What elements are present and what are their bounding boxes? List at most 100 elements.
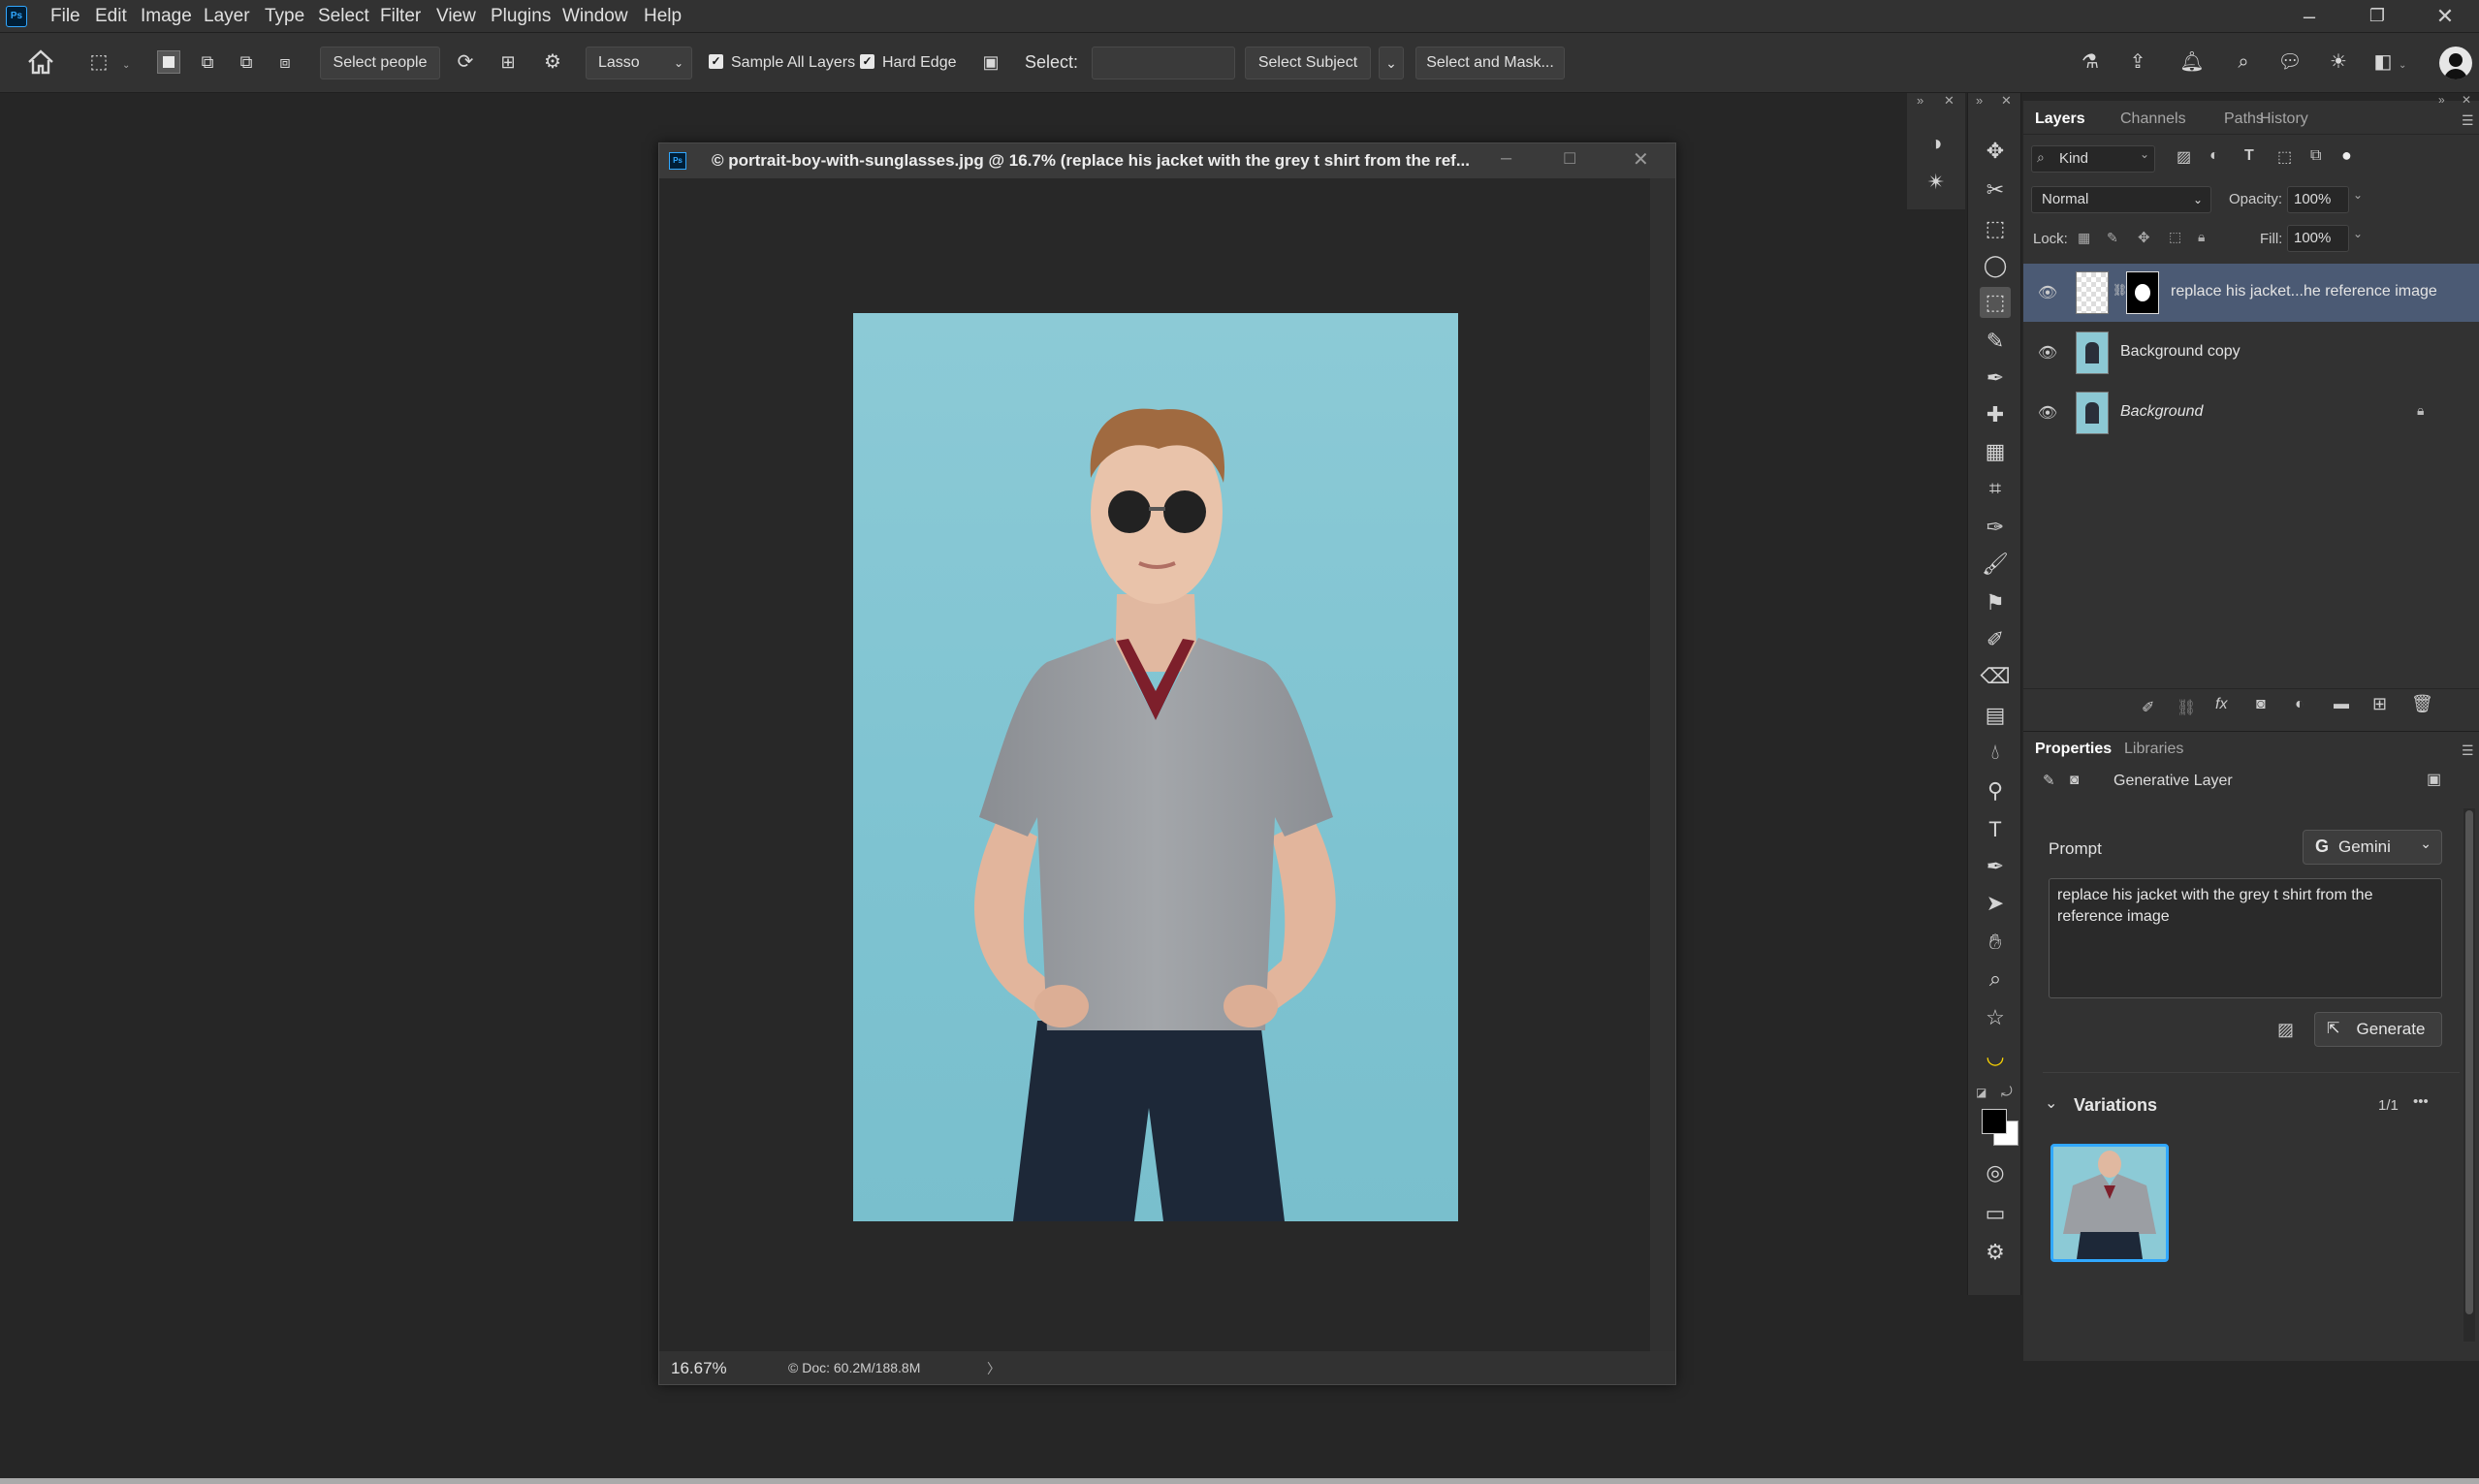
layer-name[interactable]: Background [2120,403,2203,421]
layer-name[interactable]: replace his jacket...he reference image [2171,283,2437,300]
prompt-textarea[interactable]: replace his jacket with the grey t shirt… [2049,878,2442,998]
lock-position-icon[interactable]: ✥ [2138,229,2150,246]
doc-close-button[interactable]: ✕ [1633,147,1649,172]
object-selection-tool-icon[interactable]: ⬚ [1980,287,2011,318]
tab-history[interactable]: History [2260,111,2308,128]
lasso-tool-icon[interactable]: ◯ [1980,250,2011,281]
object-finder-icon[interactable]: ⊞ [494,48,522,76]
vertical-scrollbar[interactable] [1650,178,1675,1351]
add-mask-icon[interactable]: ◙ [2256,696,2266,713]
mask-link-icon[interactable]: ⛓ [2113,283,2127,297]
intersect-selection-icon[interactable]: ⧈ [271,48,299,76]
adjustments-icon[interactable]: ◑ [1921,128,1952,159]
add-to-selection-icon[interactable]: ⧉ [194,48,221,76]
blend-mode-dropdown[interactable]: Normal ⌄ [2031,186,2211,213]
lasso-mode-dropdown[interactable]: Lasso ⌄ [586,47,692,79]
sample-all-layers-checkbox[interactable]: ✓ [709,54,723,69]
history-brush-tool-icon[interactable]: ✐ [1980,624,2011,655]
discover-chat-icon[interactable]: 💬︎ [2276,48,2304,76]
layer-row-background-copy[interactable]: 👁︎ Background copy [2023,324,2479,382]
restore-button[interactable]: ❐ [2358,6,2397,26]
search-icon[interactable]: ⌕ [2230,48,2257,76]
menu-image[interactable]: Image [141,6,192,27]
menu-view[interactable]: View [436,6,476,27]
generate-button[interactable]: ⇱ Generate [2314,1012,2442,1047]
workspace-layout-icon[interactable]: ◧ [2369,48,2397,76]
select-subject-button[interactable]: Select Subject [1245,47,1371,79]
link-layers-icon[interactable]: ⛓ [2177,698,2196,717]
crop-tool-icon[interactable]: ⌗ [1980,473,2011,504]
fx-icon[interactable]: fx [2215,696,2227,713]
select-input[interactable] [1092,47,1235,79]
expand-panel-icon[interactable]: » [1917,93,1923,108]
reference-image-icon[interactable]: ▣ [2427,770,2441,789]
zoom-level[interactable]: 16.67% [671,1359,727,1378]
new-selection-mode-button[interactable] [157,50,180,74]
tab-layers[interactable]: Layers [2035,111,2085,128]
lightbulb-icon[interactable]: ☀ [2325,48,2352,76]
tab-properties[interactable]: Properties [2035,741,2112,758]
panel-collapse-icon[interactable]: » [2438,93,2445,107]
generative-layer-icon[interactable]: ✐ [2142,698,2154,717]
variation-thumbnail[interactable] [2050,1144,2169,1262]
object-selection-tool-preset-icon[interactable]: ⬚ [85,48,112,76]
swap-colors-icon[interactable]: ⤾ [2001,1084,2013,1100]
zoom-tool-icon[interactable]: ⌕ [1980,963,2011,995]
lock-all-icon[interactable]: 🔒︎ [2198,229,2205,245]
artboard-tool-icon[interactable]: ✂ [1980,174,2011,205]
status-expand-icon[interactable]: 〉 [987,1359,1001,1378]
reference-image-toggle-icon[interactable]: ▨ [2277,1020,2294,1040]
edit-toolbar-icon[interactable]: ⚙ [1980,1237,2011,1268]
trash-icon[interactable]: 🗑︎ [2411,694,2433,714]
banana-icon[interactable]: ◡ [1980,1041,2011,1072]
model-selector-dropdown[interactable]: G Gemini ⌄ [2303,830,2442,865]
lock-artboard-icon[interactable]: ⬚ [2169,229,2181,245]
filter-pixel-icon[interactable]: ▨ [2177,147,2191,167]
filter-toggle-icon[interactable]: ● [2341,145,2352,166]
menu-select[interactable]: Select [318,6,369,27]
menu-file[interactable]: File [50,6,80,27]
toolbar-close-icon[interactable]: ✕ [2001,93,2012,109]
eraser-tool-icon[interactable]: ⌫ [1980,661,2011,692]
menu-type[interactable]: Type [265,6,304,27]
eye-visibility-icon[interactable]: 👁︎ [2037,283,2058,302]
close-panel-icon[interactable]: ✕ [1944,93,1955,109]
tab-channels[interactable]: Channels [2120,111,2186,128]
filter-shape-icon[interactable]: ⬚ [2277,147,2292,167]
blur-tool-icon[interactable]: 💧︎ [1980,737,2011,768]
fill-input[interactable]: 100% [2287,225,2349,252]
eye-visibility-icon[interactable]: 👁︎ [2037,343,2058,363]
new-layer-icon[interactable]: ⊞ [2372,694,2387,714]
panel-menu-icon[interactable]: ☰ [2462,112,2474,129]
layer-kind-filter[interactable]: Kind [2031,145,2155,173]
doc-maximize-button[interactable]: ☐ [1563,149,1576,169]
tab-libraries[interactable]: Libraries [2124,741,2183,758]
flask-labs-icon[interactable]: ⚗ [2077,48,2104,76]
eye-visibility-icon[interactable]: 👁︎ [2037,403,2058,423]
layer-mask-thumbnail[interactable] [2126,271,2159,314]
magic-sparkle-icon[interactable]: ✴ [1921,167,1952,198]
layer-name[interactable]: Background copy [2120,343,2241,361]
document-title-bar[interactable]: Ps © portrait-boy-with-sunglasses.jpg @ … [659,143,1675,178]
minimize-button[interactable]: – [2290,4,2329,29]
collapse-chevron-icon[interactable]: ⌄ [2045,1093,2057,1113]
select-mode-icon[interactable]: ▣ [977,48,1004,76]
avatar[interactable] [2439,47,2472,79]
panel-menu-icon[interactable]: ☰ [2462,742,2474,759]
foreground-color-swatch[interactable] [1982,1109,2007,1134]
lock-pixels-icon[interactable]: ✎ [2107,230,2118,246]
screen-mode-icon[interactable]: ▭ [1980,1198,2011,1229]
toolbar-expand-icon[interactable]: » [1976,93,1983,108]
healing-brush-tool-icon[interactable]: ✚ [1980,399,2011,430]
more-options-icon[interactable]: ••• [2413,1093,2429,1110]
select-subject-dropdown-chevron-icon[interactable]: ⌄ [1379,47,1404,79]
panel-close-icon[interactable]: ✕ [2462,93,2471,107]
subtract-from-selection-icon[interactable]: ⧉ [233,48,260,76]
dodge-tool-icon[interactable]: ⚲ [1980,775,2011,806]
move-tool-icon[interactable]: ✥ [1980,136,2011,167]
quick-selection-tool-icon[interactable]: ✎ [1980,326,2011,357]
eyedropper-tool-icon[interactable]: ✒ [1980,363,2011,394]
clone-stamp-tool-icon[interactable]: ⚑ [1980,587,2011,618]
default-colors-icon[interactable]: ◪ [1976,1086,1986,1099]
tab-paths[interactable]: Paths [2224,111,2264,128]
